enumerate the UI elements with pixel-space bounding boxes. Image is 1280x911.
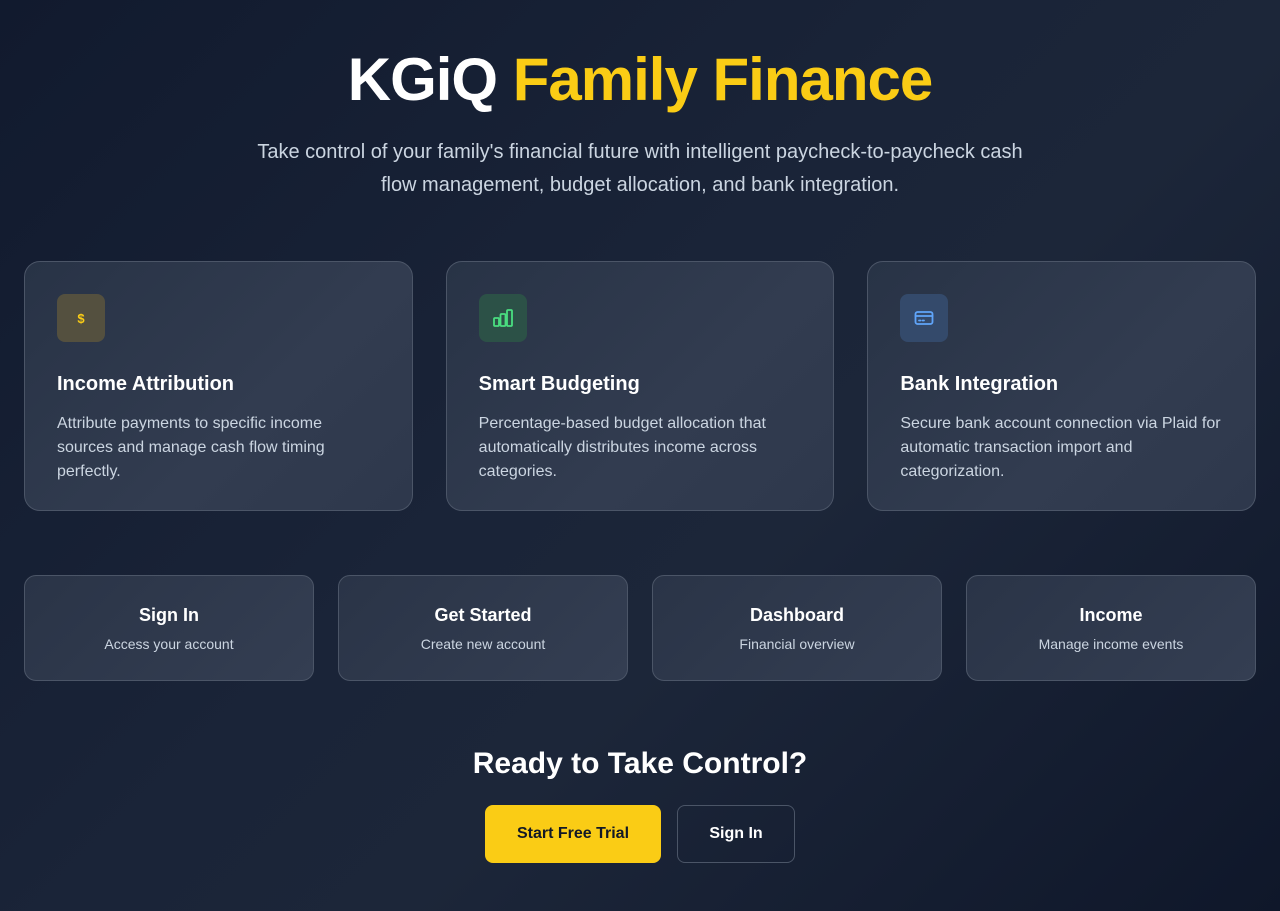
quick-link-subtitle: Access your account [104, 636, 234, 652]
start-free-trial-button[interactable]: Start Free Trial [485, 805, 661, 863]
bar-chart-icon [478, 294, 527, 342]
quick-link-title: Income [1079, 605, 1143, 625]
feature-card-bank-integration: Bank Integration Secure bank account con… [867, 261, 1257, 511]
features-section: $ Income Attribution Attribute payments … [24, 261, 1257, 511]
quick-link-title: Get Started [434, 605, 532, 625]
feature-card-smart-budgeting: Smart Budgeting Percentage-based budget … [445, 261, 835, 511]
hero-subtitle: Take control of your family's financial … [257, 141, 1023, 196]
credit-card-icon [900, 294, 949, 342]
quick-link-income[interactable]: Income Manage income events [966, 575, 1256, 681]
dollar-icon: $ [57, 294, 105, 342]
quick-link-sign-in[interactable]: Sign In Access your account [24, 575, 314, 681]
title-accent: Family Finance [512, 46, 933, 113]
hero-section: KGiQ Family Finance Take control of your… [0, 44, 1280, 202]
quick-link-title: Dashboard [749, 605, 845, 625]
brand-name: KGiQ [347, 46, 498, 113]
feature-title: Bank Integration [900, 373, 1059, 395]
cta-section: Ready to Take Control? Start Free Trial … [0, 744, 1280, 863]
feature-description: Secure bank account connection via Plaid… [900, 415, 1221, 480]
feature-card-income-attribution: $ Income Attribution Attribute payments … [24, 261, 413, 511]
cta-buttons: Start Free Trial Sign In [0, 805, 1280, 863]
quick-links: Sign In Access your account Get Started … [24, 575, 1256, 681]
feature-title: Smart Budgeting [478, 373, 640, 395]
feature-description: Attribute payments to specific income so… [57, 415, 325, 480]
dollar-glyph: $ [77, 310, 85, 326]
feature-title: Income Attribution [57, 373, 235, 395]
quick-link-dashboard[interactable]: Dashboard Financial overview [652, 575, 942, 681]
sign-in-button[interactable]: Sign In [677, 805, 795, 863]
quick-link-get-started[interactable]: Get Started Create new account [338, 575, 628, 681]
quick-link-subtitle: Create new account [420, 636, 546, 652]
quick-link-subtitle: Manage income events [1038, 636, 1184, 652]
page-title: KGiQ Family Finance [0, 44, 1280, 116]
quick-link-subtitle: Financial overview [739, 636, 855, 652]
cta-title: Ready to Take Control? [472, 747, 808, 780]
feature-description: Percentage-based budget allocation that … [478, 415, 766, 480]
quick-link-title: Sign In [139, 605, 199, 625]
